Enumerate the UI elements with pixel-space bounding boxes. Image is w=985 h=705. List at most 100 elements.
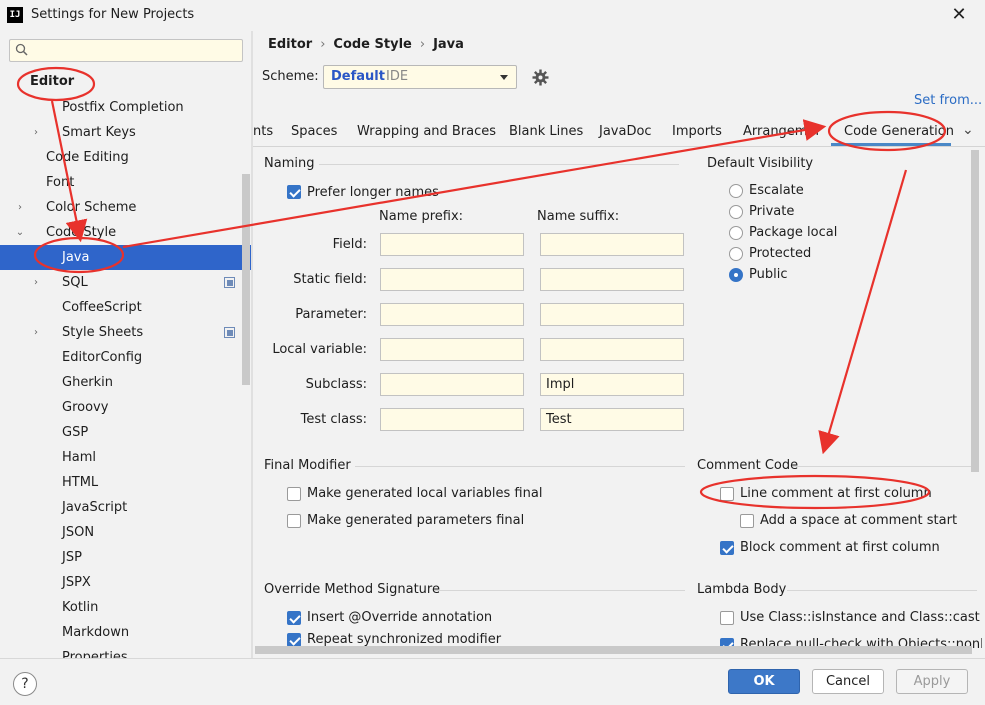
sidebar-item-color-scheme[interactable]: › Color Scheme (0, 195, 251, 220)
tab-spaces[interactable]: Spaces (291, 124, 337, 139)
name-prefix-header: Name prefix: (379, 209, 464, 224)
visibility-radio-escalate[interactable] (729, 184, 743, 198)
visibility-radio-private[interactable] (729, 205, 743, 219)
tab-code-generation[interactable]: Code Generation (844, 124, 954, 139)
apply-button[interactable]: Apply (896, 669, 968, 694)
name-prefix-input[interactable] (380, 373, 524, 396)
content-vertical-scrollbar[interactable] (971, 150, 979, 472)
name-prefix-input[interactable] (380, 338, 524, 361)
breadcrumb-editor[interactable]: Editor (268, 37, 312, 52)
tab-tabs-and-indents[interactable]: nts (253, 124, 273, 139)
help-button[interactable]: ? (13, 672, 37, 696)
sidebar-item-jsp[interactable]: JSP (0, 545, 251, 570)
visibility-radio-package-local[interactable] (729, 226, 743, 240)
group-separator (355, 466, 685, 467)
chevron-right-icon[interactable]: › (30, 270, 42, 295)
sidebar-item-label: Haml (62, 450, 97, 465)
sidebar-item-code-editing[interactable]: Code Editing (0, 145, 251, 170)
name-suffix-input[interactable]: Test (540, 408, 684, 431)
lambda-body-group-title: Lambda Body (697, 582, 787, 597)
project-scheme-icon (224, 277, 235, 288)
final-modifier-group-title: Final Modifier (264, 458, 351, 473)
sidebar-item-haml[interactable]: Haml (0, 445, 251, 470)
final-parameters-checkbox[interactable] (287, 514, 301, 528)
sidebar-item-coffeescript[interactable]: CoffeeScript (0, 295, 251, 320)
sidebar-item-jspx[interactable]: JSPX (0, 570, 251, 595)
name-prefix-input[interactable] (380, 268, 524, 291)
final-local-variables-checkbox[interactable] (287, 487, 301, 501)
scheme-dropdown[interactable]: Default IDE (323, 65, 517, 89)
chevron-right-icon[interactable]: › (30, 320, 42, 345)
prefer-longer-names-checkbox[interactable] (287, 185, 301, 199)
title-bar: IJ Settings for New Projects ✕ (0, 0, 985, 31)
sidebar-item-markdown[interactable]: Markdown (0, 620, 251, 645)
sidebar-item-editorconfig[interactable]: EditorConfig (0, 345, 251, 370)
sidebar-item-json[interactable]: JSON (0, 520, 251, 545)
sidebar-item-label: JSON (62, 525, 95, 540)
close-icon[interactable]: ✕ (944, 3, 974, 27)
name-prefix-input[interactable] (380, 233, 524, 256)
tab-javadoc[interactable]: JavaDoc (599, 124, 652, 139)
name-prefix-input[interactable] (380, 408, 524, 431)
group-separator (793, 466, 973, 467)
sidebar-item-label: SQL (62, 275, 88, 290)
space-at-comment-start-checkbox[interactable] (740, 514, 754, 528)
sidebar-item-label: Groovy (62, 400, 109, 415)
comment-code-group-title: Comment Code (697, 458, 799, 473)
insert-override-annotation-checkbox[interactable] (287, 611, 301, 625)
set-from-link[interactable]: Set from... (914, 93, 982, 108)
use-class-isinstance-checkbox[interactable] (720, 611, 734, 625)
settings-search-input[interactable] (9, 39, 243, 62)
sidebar-item-editor[interactable]: Editor (0, 69, 251, 94)
sidebar-item-kotlin[interactable]: Kotlin (0, 595, 251, 620)
block-comment-first-column-checkbox[interactable] (720, 541, 734, 555)
sidebar-scrollbar[interactable] (242, 174, 250, 385)
name-suffix-input[interactable] (540, 303, 684, 326)
sidebar-item-groovy[interactable]: Groovy (0, 395, 251, 420)
visibility-radio-public[interactable] (729, 268, 743, 282)
name-suffix-input[interactable]: Impl (540, 373, 684, 396)
cancel-button[interactable]: Cancel (812, 669, 884, 694)
chevron-right-icon[interactable]: › (30, 120, 42, 145)
sidebar-item-style-sheets[interactable]: › Style Sheets (0, 320, 251, 345)
name-suffix-input[interactable] (540, 338, 684, 361)
name-suffix-input[interactable] (540, 268, 684, 291)
sidebar-item-sql[interactable]: › SQL (0, 270, 251, 295)
code-generation-panel: Naming Prefer longer names Name prefix: … (253, 147, 982, 655)
chevron-down-icon[interactable]: ⌄ (14, 220, 26, 245)
sidebar-item-java[interactable]: Java (0, 245, 251, 270)
tab-blank-lines[interactable]: Blank Lines (509, 124, 583, 139)
sidebar-item-font[interactable]: Font (0, 170, 251, 195)
name-prefix-input[interactable] (380, 303, 524, 326)
sidebar-item-code-style[interactable]: ⌄ Code Style (0, 220, 251, 245)
sidebar-item-gherkin[interactable]: Gherkin (0, 370, 251, 395)
window-title: Settings for New Projects (31, 7, 195, 22)
breadcrumb-code-style[interactable]: Code Style (333, 37, 411, 52)
tab-wrapping-and-braces[interactable]: Wrapping and Braces (357, 124, 496, 139)
visibility-radio-protected[interactable] (729, 247, 743, 261)
settings-sidebar: Editor Postfix Completion › Smart Keys Code … (0, 31, 251, 658)
ok-button[interactable]: OK (728, 669, 800, 694)
tab-arrangement[interactable]: Arrangement (743, 124, 819, 139)
gear-icon[interactable] (532, 69, 549, 86)
chevron-right-icon[interactable]: › (14, 195, 26, 220)
sidebar-item-smart-keys[interactable]: › Smart Keys (0, 120, 251, 145)
repeat-synchronized-modifier-checkbox[interactable] (287, 633, 301, 647)
sidebar-item-gsp[interactable]: GSP (0, 420, 251, 445)
sidebar-item-properties[interactable]: Properties (0, 645, 251, 658)
chevron-down-icon[interactable]: ⌄ (962, 122, 974, 138)
tab-imports[interactable]: Imports (672, 124, 722, 139)
content-horizontal-scrollbar[interactable] (255, 646, 972, 654)
naming-field-label: Field: (332, 237, 367, 252)
repeat-synchronized-modifier-label: Repeat synchronized modifier (307, 632, 502, 647)
sidebar-item-postfix-completion[interactable]: Postfix Completion (0, 95, 251, 120)
sidebar-item-html[interactable]: HTML (0, 470, 251, 495)
sidebar-item-label: Font (46, 175, 75, 190)
line-comment-first-column-checkbox[interactable] (720, 487, 734, 501)
sidebar-item-label: Code Editing (46, 150, 129, 165)
sidebar-item-javascript[interactable]: JavaScript (0, 495, 251, 520)
final-parameters-label: Make generated parameters final (307, 513, 525, 528)
naming-group-title: Naming (264, 156, 315, 171)
default-visibility-group-title: Default Visibility (707, 156, 814, 171)
name-suffix-input[interactable] (540, 233, 684, 256)
